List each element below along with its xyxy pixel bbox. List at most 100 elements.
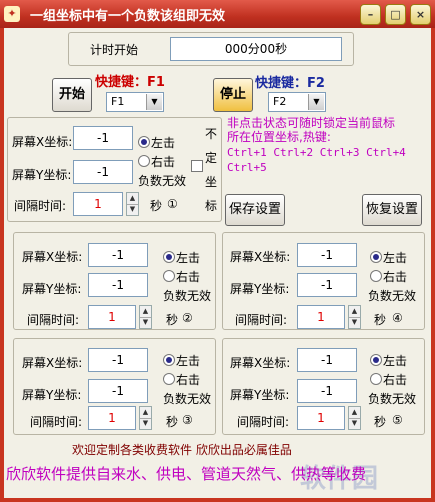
group1-x-input[interactable]: -1 — [73, 126, 133, 150]
timer-label: 计时开始 — [90, 43, 139, 57]
spin-down-icon[interactable]: ▼ — [140, 418, 151, 429]
interval-label: 间隔时间: — [14, 199, 67, 213]
hint-line-1: 非点击状态可随时锁定当前鼠标 — [227, 116, 396, 130]
left-click-label: 左击 — [383, 251, 408, 265]
left-click-label: 左击 — [151, 136, 176, 150]
right-click-label: 右击 — [176, 270, 201, 284]
group2-marker: ② — [182, 311, 193, 325]
left-click-label: 左击 — [383, 354, 408, 368]
interval-label: 间隔时间: — [27, 313, 80, 327]
window-frame-left — [0, 28, 4, 502]
group3-interval-input[interactable]: 1 — [88, 406, 136, 430]
hotkey2-select[interactable]: F2 ▼ — [268, 92, 326, 112]
start-button[interactable]: 开始 — [52, 78, 92, 112]
group5-y-input[interactable]: -1 — [297, 379, 357, 403]
stop-button[interactable]: 停止 — [213, 78, 253, 112]
save-settings-button[interactable]: 保存设置 — [225, 194, 285, 226]
hint-line-2: 所在位置坐标,热键: — [227, 130, 331, 144]
group2-interval-spinner[interactable]: ▲ ▼ — [139, 305, 152, 329]
screen-x-label: 屏幕X坐标: — [230, 250, 291, 264]
group2-interval-input[interactable]: 1 — [88, 305, 136, 329]
interval-label: 间隔时间: — [235, 313, 288, 327]
group1-left-click-radio[interactable] — [138, 136, 150, 148]
unfixed-coordinate-checkbox[interactable] — [191, 160, 203, 172]
negative-invalid-label: 负数无效 — [368, 289, 417, 303]
group4-marker: ④ — [392, 311, 403, 325]
group5-x-input[interactable]: -1 — [297, 348, 357, 372]
group5-interval-spinner[interactable]: ▲ ▼ — [348, 406, 361, 430]
hotkey2-title: 快捷键：F2 — [255, 76, 325, 91]
group4-interval-input[interactable]: 1 — [297, 305, 345, 329]
negative-invalid-label: 负数无效 — [163, 392, 212, 406]
right-click-label: 右击 — [151, 155, 176, 169]
negative-invalid-label: 负数无效 — [368, 392, 417, 406]
seconds-label: 秒 — [374, 313, 387, 327]
seconds-label: 秒 — [374, 415, 387, 429]
group5-left-click-radio[interactable] — [370, 354, 382, 366]
group4-y-input[interactable]: -1 — [297, 273, 357, 297]
timer-display: 000分00秒 — [170, 37, 342, 61]
group4-interval-spinner[interactable]: ▲ ▼ — [348, 305, 361, 329]
spin-down-icon[interactable]: ▼ — [349, 418, 360, 429]
group4-x-input[interactable]: -1 — [297, 243, 357, 267]
screen-y-label: 屏幕Y坐标: — [12, 168, 72, 182]
seconds-label: 秒 — [150, 199, 163, 213]
close-button[interactable]: × — [410, 4, 431, 25]
negative-invalid-label: 负数无效 — [163, 289, 212, 303]
group1-interval-input[interactable]: 1 — [73, 192, 123, 216]
group2-left-click-radio[interactable] — [163, 251, 175, 263]
spin-down-icon[interactable]: ▼ — [127, 204, 138, 215]
group1-interval-spinner[interactable]: ▲ ▼ — [126, 192, 139, 216]
group3-y-input[interactable]: -1 — [88, 379, 148, 403]
hotkey1-title: 快捷键：F1 — [95, 75, 165, 90]
unfixed-coordinate-label: 不定坐标 — [205, 127, 218, 213]
right-click-label: 右击 — [176, 373, 201, 387]
hotkey1-value: F1 — [111, 95, 125, 108]
group5-right-click-radio[interactable] — [370, 373, 382, 385]
screen-y-label: 屏幕Y坐标: — [230, 388, 290, 402]
group3-left-click-radio[interactable] — [163, 354, 175, 366]
chevron-down-icon[interactable]: ▼ — [146, 94, 162, 110]
left-click-label: 左击 — [176, 251, 201, 265]
seconds-label: 秒 — [166, 313, 179, 327]
window-frame-right — [431, 28, 435, 502]
restore-settings-button[interactable]: 恢复设置 — [362, 194, 422, 226]
group5-marker: ⑤ — [392, 413, 403, 427]
group4-left-click-radio[interactable] — [370, 251, 382, 263]
screen-x-label: 屏幕X坐标: — [12, 135, 73, 149]
screen-y-label: 屏幕Y坐标: — [22, 282, 82, 296]
app-icon: ✦ — [4, 6, 20, 22]
group2-right-click-radio[interactable] — [163, 270, 175, 282]
interval-label: 间隔时间: — [237, 415, 290, 429]
screen-x-label: 屏幕X坐标: — [230, 356, 291, 370]
spin-down-icon[interactable]: ▼ — [349, 317, 360, 328]
group3-marker: ③ — [182, 413, 193, 427]
hotkey1-select[interactable]: F1 ▼ — [106, 92, 164, 112]
group3-x-input[interactable]: -1 — [88, 348, 148, 372]
maximize-button[interactable]: □ — [385, 4, 406, 25]
hint-line-4: Ctrl+5 — [227, 161, 267, 174]
window-frame-bottom — [0, 498, 435, 502]
group1-y-input[interactable]: -1 — [73, 160, 133, 184]
group1-right-click-radio[interactable] — [138, 155, 150, 167]
screen-y-label: 屏幕Y坐标: — [22, 388, 82, 402]
seconds-label: 秒 — [166, 415, 179, 429]
minimize-button[interactable]: – — [360, 4, 381, 25]
group3-right-click-radio[interactable] — [163, 373, 175, 385]
interval-label: 间隔时间: — [30, 415, 83, 429]
right-click-label: 右击 — [383, 270, 408, 284]
group5-interval-input[interactable]: 1 — [297, 406, 345, 430]
right-click-label: 右击 — [383, 373, 408, 387]
group1-marker: ① — [167, 197, 178, 211]
hint-line-3: Ctrl+1 Ctrl+2 Ctrl+3 Ctrl+4 — [227, 146, 406, 159]
group2-y-input[interactable]: -1 — [88, 273, 148, 297]
group3-interval-spinner[interactable]: ▲ ▼ — [139, 406, 152, 430]
spin-down-icon[interactable]: ▼ — [140, 317, 151, 328]
window-title: 一组坐标中有一个负数该组即无效 — [30, 9, 226, 24]
group4-right-click-radio[interactable] — [370, 270, 382, 282]
screen-x-label: 屏幕X坐标: — [22, 356, 83, 370]
chevron-down-icon[interactable]: ▼ — [308, 94, 324, 110]
marquee-text: 欣欣软件提供自来水、供电、管道天然气、供热等收费 — [6, 465, 367, 483]
group2-x-input[interactable]: -1 — [88, 243, 148, 267]
screen-y-label: 屏幕Y坐标: — [230, 282, 290, 296]
